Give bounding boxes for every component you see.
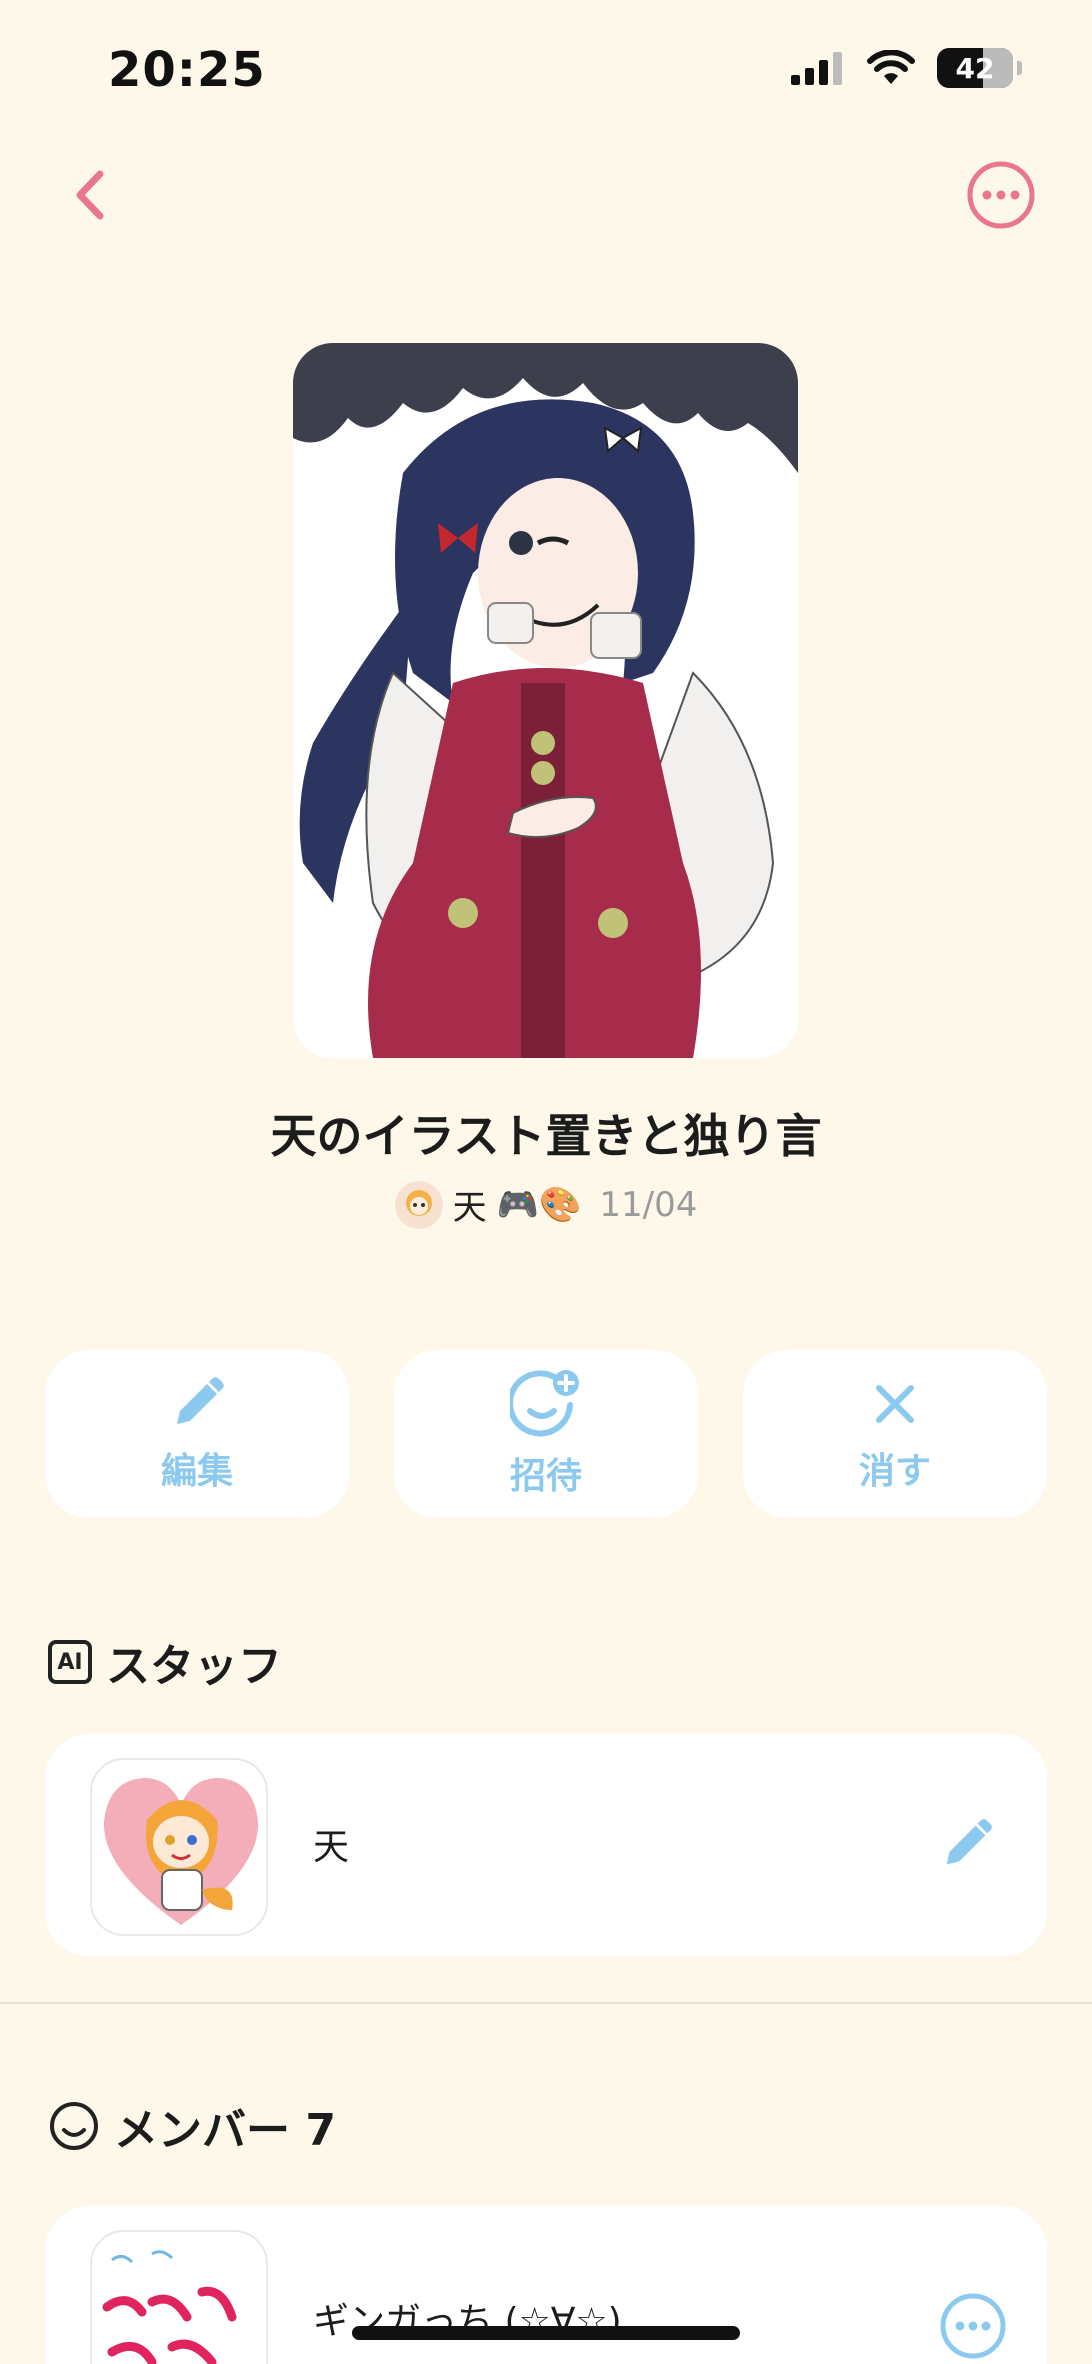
invite-button[interactable]: 招待 [394,1350,698,1518]
battery-indicator: 42 [937,48,1013,88]
room-date: 11/04 [599,1184,698,1225]
chevron-left-icon[interactable] [66,160,114,230]
ai-badge-icon: AI [48,1640,92,1684]
pencil-icon [177,1377,224,1424]
staff-section-heading: AI スタッフ [48,1630,282,1694]
members-section-heading: メンバー 7 [48,2094,336,2158]
cellular-signal-icon [791,52,842,85]
owner-emoji: 🎮🎨 [496,1184,582,1225]
member-card[interactable]: ギンガっち (☆∀☆) [45,2206,1047,2364]
home-indicator[interactable] [352,2326,740,2340]
owner-avatar[interactable] [394,1180,443,1229]
section-divider [0,2002,1092,2004]
room-meta: 天 🎮🎨 11/04 [0,1180,1092,1229]
edit-button[interactable]: 編集 [45,1350,349,1518]
invite-label: 招待 [509,1456,582,1497]
room-title: 天のイラスト置きと独り言 [270,1109,822,1163]
invite-face-plus-icon [510,1370,579,1437]
battery-tip [1017,61,1022,75]
staff-avatar[interactable] [90,1758,268,1936]
wifi-icon [867,50,915,84]
smile-face-icon [50,2102,98,2150]
delete-label: 消す [858,1451,931,1492]
room-actions: 編集 招待 消す [45,1350,1047,1518]
status-time: 20:25 [108,42,266,98]
member-avatar[interactable] [90,2230,268,2364]
cover-illustration [293,343,798,1058]
room-cover-image [293,343,798,1058]
staff-name: 天 [313,1827,350,1868]
close-icon [876,1385,914,1423]
ellipsis-circle-icon[interactable] [966,160,1036,230]
delete-button[interactable]: 消す [743,1350,1047,1518]
status-bar: 20:25 42 [0,0,1092,140]
edit-label: 編集 [160,1451,233,1492]
owner-name[interactable]: 天 [453,1180,487,1229]
staff-card[interactable]: 天 [45,1734,1047,1956]
members-heading-label: メンバー 7 [114,2105,336,2156]
battery-level: 42 [955,51,995,85]
pencil-icon[interactable] [937,1816,995,1874]
ellipsis-circle-icon[interactable] [939,2292,1007,2360]
status-icons: 42 [791,48,1022,88]
staff-heading-label: スタッフ [106,1641,282,1692]
